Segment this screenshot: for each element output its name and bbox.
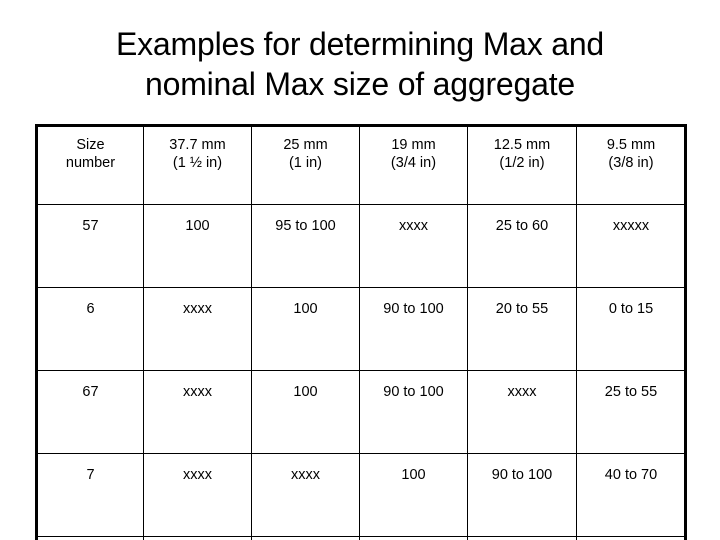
table-row: 67 xxxx 100 90 to 100 xxxx 25 to 55 [37,370,686,454]
cell-25mm: 95 to 100 [251,204,360,288]
cell-size-number: 7 [37,453,144,537]
cell-25mm: xxxx [251,536,360,540]
cell-12-5mm: 25 to 60 [467,204,577,288]
cell-12-5mm: 100 [467,536,577,540]
page-title-line-1: Examples for determining Max and [115,26,605,62]
column-header-19mm: 19 mm (3/4 in) [359,126,468,205]
column-header-sub: (3/8 in) [608,155,654,171]
cell-9-5mm: 85 to 100 [576,536,686,540]
cell-19mm: 90 to 100 [359,287,468,371]
table-row: 6 xxxx 100 90 to 100 20 to 55 0 to 15 [37,287,686,371]
cell-37-7mm: xxxx [143,536,252,540]
cell-size-number: 6 [37,287,144,371]
cell-19mm: xxxxx [359,536,468,540]
column-header-sub: (1 in) [288,155,323,171]
column-header-main: 9.5 mm [606,137,656,153]
cell-19mm: 100 [359,453,468,537]
column-header-main: 19 mm [391,137,436,153]
cell-12-5mm: xxxx [467,370,577,454]
column-header-main: 25 mm [283,137,328,153]
slide-canvas: Examples for determining Max and nominal… [0,0,720,540]
table-header: Size number 37.7 mm (1 ½ in) 25 mm (1 in… [37,126,686,205]
page-title: Examples for determining Max and nominal… [0,24,720,104]
cell-37-7mm: xxxx [143,370,252,454]
column-header-main: 12.5 mm [493,137,551,153]
cell-9-5mm: 0 to 15 [576,287,686,371]
column-header-main: Size [76,137,105,153]
cell-19mm: 90 to 100 [359,370,468,454]
column-header-sub: (3/4 in) [390,155,437,171]
cell-12-5mm: 90 to 100 [467,453,577,537]
column-header-size-number: Size number [37,126,144,205]
column-header-12-5mm: 12.5 mm (1/2 in) [467,126,577,205]
table-row: 8 xxxx xxxx xxxxx 100 85 to 100 [37,536,686,540]
table-row: 7 xxxx xxxx 100 90 to 100 40 to 70 [37,453,686,537]
column-header-25mm: 25 mm (1 in) [251,126,360,205]
cell-size-number: 8 [37,536,144,540]
cell-9-5mm: xxxxx [576,204,686,288]
cell-19mm: xxxx [359,204,468,288]
cell-37-7mm: xxxx [143,453,252,537]
aggregate-size-table-container: Size number 37.7 mm (1 ½ in) 25 mm (1 in… [37,126,686,540]
cell-size-number: 67 [37,370,144,454]
table-header-row: Size number 37.7 mm (1 ½ in) 25 mm (1 in… [37,126,686,205]
column-header-main: 37.7 mm [169,137,226,153]
column-header-sub: (1 ½ in) [172,155,223,171]
aggregate-size-table: Size number 37.7 mm (1 ½ in) 25 mm (1 in… [37,126,686,540]
cell-9-5mm: 40 to 70 [576,453,686,537]
cell-37-7mm: 100 [143,204,252,288]
cell-size-number: 57 [37,204,144,288]
cell-12-5mm: 20 to 55 [467,287,577,371]
cell-25mm: xxxx [251,453,360,537]
cell-25mm: 100 [251,287,360,371]
cell-37-7mm: xxxx [143,287,252,371]
column-header-sub: number [65,155,116,171]
cell-9-5mm: 25 to 55 [576,370,686,454]
page-title-line-2: nominal Max size of aggregate [145,66,575,102]
column-header-sub: (1/2 in) [499,155,545,171]
table-row: 57 100 95 to 100 xxxx 25 to 60 xxxxx [37,204,686,288]
column-header-37-7mm: 37.7 mm (1 ½ in) [143,126,252,205]
table-body: 57 100 95 to 100 xxxx 25 to 60 xxxxx 6 x… [37,204,686,540]
column-header-9-5mm: 9.5 mm (3/8 in) [576,126,686,205]
cell-25mm: 100 [251,370,360,454]
